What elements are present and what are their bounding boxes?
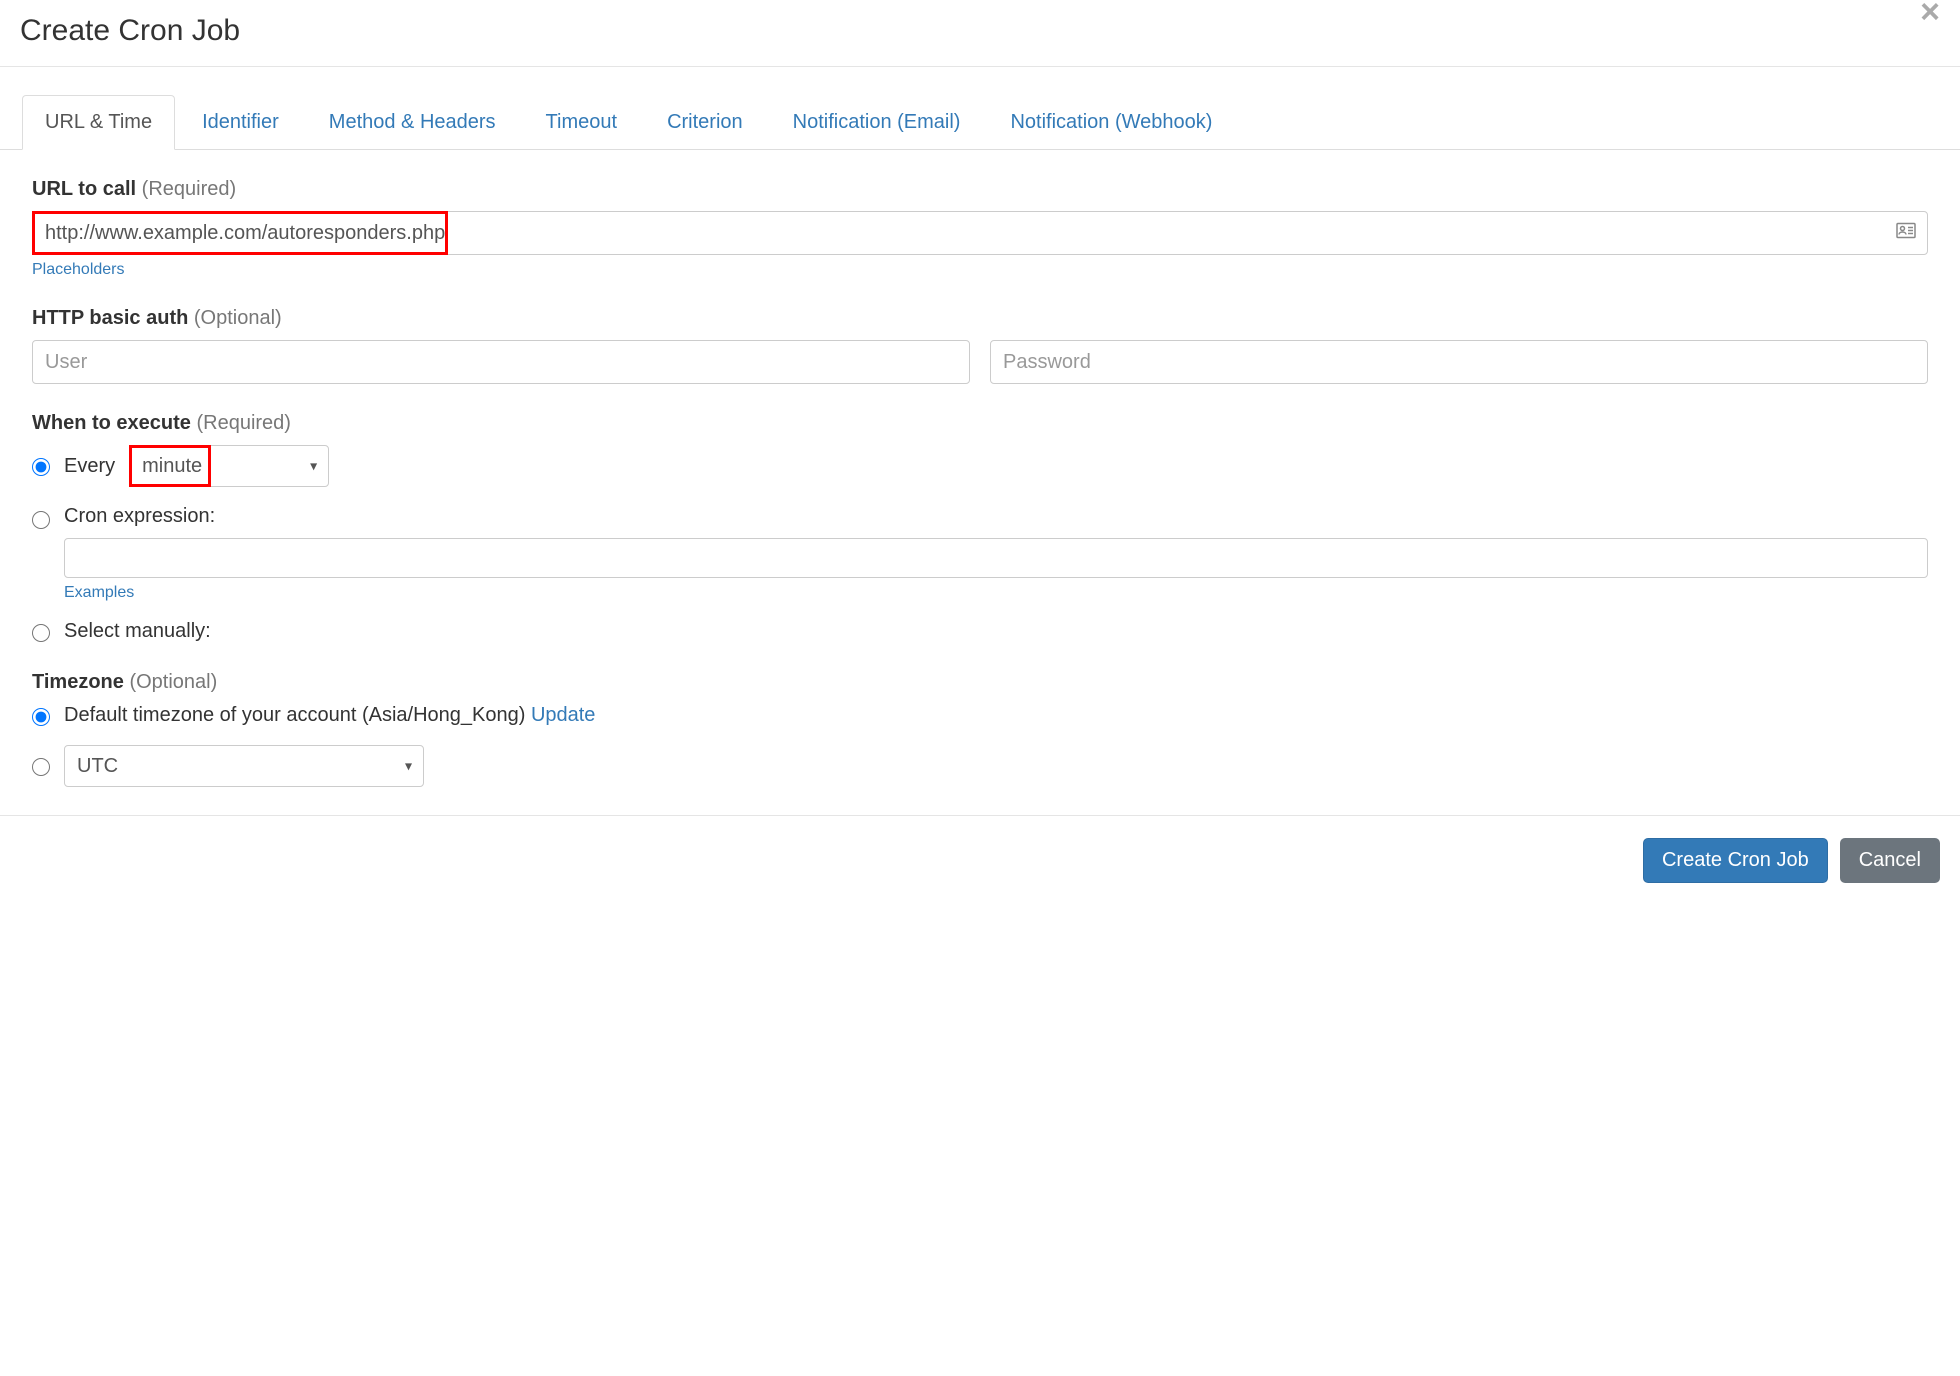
cron-radio[interactable] bbox=[32, 511, 50, 529]
tabs: URL & Time Identifier Method & Headers T… bbox=[0, 95, 1960, 150]
cron-input[interactable] bbox=[64, 538, 1928, 578]
url-group: URL to call (Required) Placeholders bbox=[32, 178, 1928, 279]
cron-block: Cron expression: Examples bbox=[64, 505, 1928, 602]
tab-criterion[interactable]: Criterion bbox=[644, 95, 766, 150]
modal-header: Create Cron Job × bbox=[0, 0, 1960, 67]
form-body: URL to call (Required) Placeholders HTTP… bbox=[0, 150, 1960, 815]
tz-default-radio[interactable] bbox=[32, 708, 50, 726]
tz-select-wrap: UTC bbox=[64, 745, 424, 787]
when-hint: (Required) bbox=[196, 412, 290, 434]
auth-group: HTTP basic auth (Optional) bbox=[32, 307, 1928, 384]
create-button[interactable]: Create Cron Job bbox=[1643, 838, 1828, 883]
when-group: When to execute (Required) Every minute … bbox=[32, 412, 1928, 643]
url-hint: (Required) bbox=[142, 178, 236, 200]
every-label: Every bbox=[64, 455, 115, 478]
tz-label: Timezone bbox=[32, 671, 124, 693]
url-input[interactable] bbox=[32, 211, 1928, 255]
tz-select[interactable]: UTC bbox=[64, 745, 424, 787]
cron-label: Cron expression: bbox=[64, 505, 1928, 528]
cancel-button[interactable]: Cancel bbox=[1840, 838, 1940, 883]
contact-card-icon[interactable] bbox=[1896, 223, 1916, 244]
tz-label-row: Timezone (Optional) bbox=[32, 671, 1928, 694]
tz-update-link[interactable]: Update bbox=[531, 704, 596, 726]
tab-identifier[interactable]: Identifier bbox=[179, 95, 302, 150]
when-label: When to execute bbox=[32, 412, 191, 434]
cron-row: Cron expression: Examples bbox=[32, 505, 1928, 602]
auth-user-input[interactable] bbox=[32, 340, 970, 384]
tz-default-row: Default timezone of your account (Asia/H… bbox=[32, 704, 1928, 727]
tz-hint: (Optional) bbox=[129, 671, 217, 693]
url-input-wrap bbox=[32, 211, 1928, 255]
modal-title: Create Cron Job bbox=[20, 14, 240, 48]
tab-notification-email[interactable]: Notification (Email) bbox=[770, 95, 984, 150]
tab-method-headers[interactable]: Method & Headers bbox=[306, 95, 519, 150]
tab-notification-webhook[interactable]: Notification (Webhook) bbox=[987, 95, 1235, 150]
manual-label: Select manually: bbox=[64, 620, 211, 643]
url-label-row: URL to call (Required) bbox=[32, 178, 1928, 201]
auth-label-row: HTTP basic auth (Optional) bbox=[32, 307, 1928, 330]
every-select-wrap: minute bbox=[129, 445, 329, 487]
when-label-row: When to execute (Required) bbox=[32, 412, 1928, 435]
timezone-group: Timezone (Optional) Default timezone of … bbox=[32, 671, 1928, 787]
tz-custom-row: UTC bbox=[32, 745, 1928, 787]
every-select[interactable]: minute bbox=[129, 445, 329, 487]
auth-password-input[interactable] bbox=[990, 340, 1928, 384]
every-row: Every minute bbox=[32, 445, 1928, 487]
auth-hint: (Optional) bbox=[194, 307, 282, 329]
tz-default-label: Default timezone of your account (Asia/H… bbox=[64, 704, 595, 727]
tab-timeout[interactable]: Timeout bbox=[523, 95, 641, 150]
auth-label: HTTP basic auth bbox=[32, 307, 188, 329]
examples-link[interactable]: Examples bbox=[64, 584, 134, 602]
manual-radio[interactable] bbox=[32, 624, 50, 642]
tab-url-time[interactable]: URL & Time bbox=[22, 95, 175, 150]
placeholders-link[interactable]: Placeholders bbox=[32, 261, 125, 279]
tz-default-text: Default timezone of your account (Asia/H… bbox=[64, 704, 531, 726]
modal-footer: Create Cron Job Cancel bbox=[0, 815, 1960, 905]
auth-inputs bbox=[32, 340, 1928, 384]
every-radio[interactable] bbox=[32, 458, 50, 476]
tz-custom-radio[interactable] bbox=[32, 758, 50, 776]
url-label: URL to call bbox=[32, 178, 136, 200]
close-icon[interactable]: × bbox=[1920, 4, 1940, 21]
manual-row: Select manually: bbox=[32, 620, 1928, 643]
